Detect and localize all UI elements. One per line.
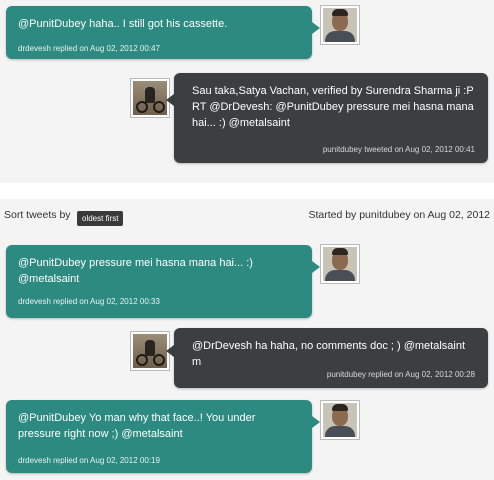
tweet-text: @DrDevesh ha haha, no comments doc ; ) @… xyxy=(192,340,466,368)
avatar-drdevesh[interactable] xyxy=(320,5,360,45)
tweet-bubble: @PunitDubey pressure mei hasna mana hai.… xyxy=(6,245,312,318)
avatar-punitdubey[interactable] xyxy=(130,78,170,118)
bubble-tail xyxy=(166,94,174,106)
sort-order-button[interactable]: oldest first xyxy=(77,211,124,226)
sort-label: Sort tweets by xyxy=(4,209,71,221)
avatar-drdevesh[interactable] xyxy=(320,244,360,284)
avatar-drdevesh[interactable] xyxy=(320,400,360,440)
tweet-bubble: @PunitDubey haha.. I still got his casse… xyxy=(6,6,312,59)
conversation-panel-top: @PunitDubey haha.. I still got his casse… xyxy=(0,0,494,183)
avatar-punitdubey[interactable] xyxy=(130,331,170,371)
tweet-meta: punitdubey tweeted on Aug 02, 2012 00:41 xyxy=(322,145,475,154)
tweet-text: @PunitDubey haha.. I still got his casse… xyxy=(18,18,228,30)
thread-started-info: Started by punitdubey on Aug 02, 2012 xyxy=(308,209,490,221)
tweet-text: @PunitDubey Yo man why that face..! You … xyxy=(18,412,256,440)
bubble-tail xyxy=(312,22,320,34)
tweet-bubble: Sau taka,Satya Vachan, verified by Suren… xyxy=(174,73,488,163)
tweet-text: Sau taka,Satya Vachan, verified by Suren… xyxy=(192,85,474,129)
tweet-meta: drdevesh replied on Aug 02, 2012 00:47 xyxy=(18,44,160,53)
bubble-tail xyxy=(312,261,320,273)
panel-divider xyxy=(0,183,494,199)
tweet-bubble: @PunitDubey Yo man why that face..! You … xyxy=(6,400,312,473)
tweet-meta: drdevesh replied on Aug 02, 2012 00:19 xyxy=(18,456,160,465)
tweet-meta: drdevesh replied on Aug 02, 2012 00:33 xyxy=(18,297,160,306)
tweet-text: @PunitDubey pressure mei hasna mana hai.… xyxy=(18,257,253,285)
bubble-tail xyxy=(166,345,174,357)
bubble-tail xyxy=(312,416,320,428)
tweet-meta: punitdubey replied on Aug 02, 2012 00:28 xyxy=(326,370,475,379)
tweet-bubble: @DrDevesh ha haha, no comments doc ; ) @… xyxy=(174,328,488,388)
